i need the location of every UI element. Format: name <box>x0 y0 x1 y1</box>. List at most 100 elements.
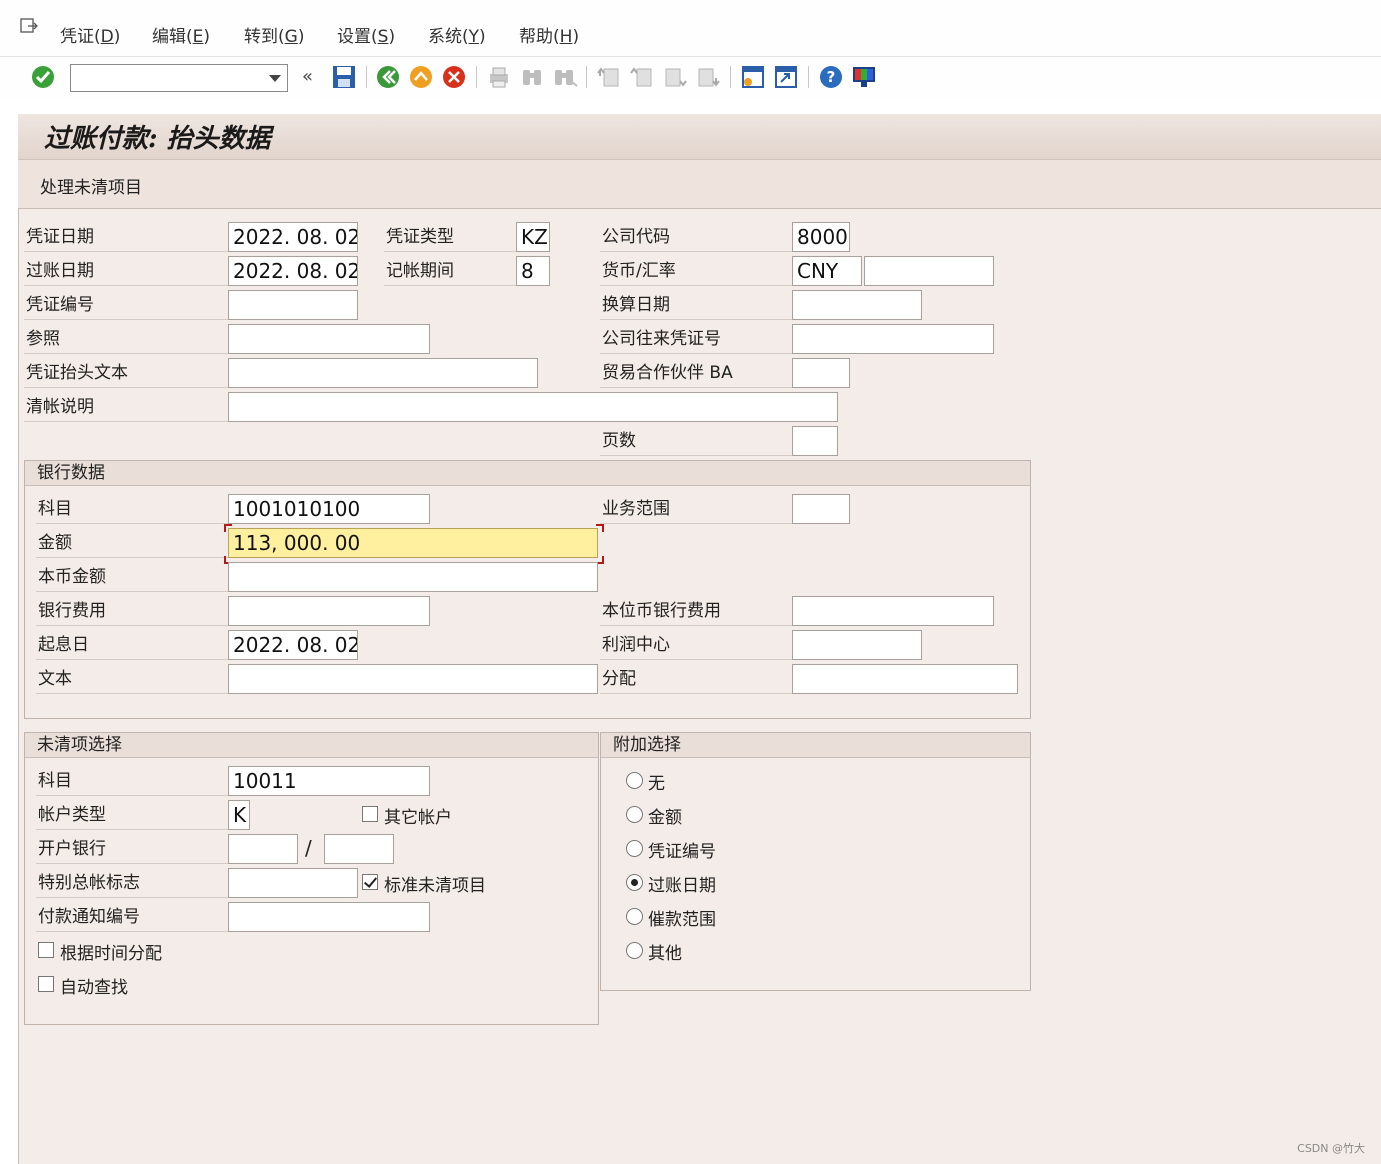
collapse-command-icon[interactable]: « <box>302 66 313 87</box>
account-type-label: 帐户类型 <box>36 800 228 830</box>
period-field[interactable]: 8 <box>516 256 550 286</box>
radio-document-number[interactable] <box>626 840 643 857</box>
bank-data-title: 银行数据 <box>25 461 1030 486</box>
distribute-by-age-label: 根据时间分配 <box>60 944 162 964</box>
account-type-field[interactable]: K <box>228 800 250 830</box>
doc-number-field[interactable] <box>228 290 358 320</box>
radio-none[interactable] <box>626 772 643 789</box>
pages-field[interactable] <box>792 426 838 456</box>
local-amount-label: 本币金额 <box>36 562 228 592</box>
business-area-field[interactable] <box>792 494 850 524</box>
assignment-field[interactable] <box>792 664 1018 694</box>
radio-others[interactable] <box>626 942 643 959</box>
clearing-text-field[interactable] <box>228 392 838 422</box>
menu-system[interactable]: 系统(Y) <box>428 22 486 47</box>
trading-partner-field[interactable] <box>792 358 850 388</box>
translation-date-field[interactable] <box>792 290 922 320</box>
local-bank-charges-label: 本位币银行费用 <box>600 596 792 626</box>
local-bank-charges-field[interactable] <box>792 596 994 626</box>
next-page-icon[interactable] <box>662 64 688 90</box>
special-gl-field[interactable] <box>228 868 358 898</box>
bank-charges-label: 银行费用 <box>36 596 228 626</box>
reference-label: 参照 <box>24 324 228 354</box>
previous-page-icon[interactable] <box>629 64 655 90</box>
reference-field[interactable] <box>228 324 430 354</box>
pages-label: 页数 <box>600 426 792 456</box>
house-bank-label: 开户银行 <box>36 834 228 864</box>
oi-account-field[interactable]: 10011 <box>228 766 430 796</box>
assignment-label: 分配 <box>600 664 792 694</box>
distribute-by-age-checkbox[interactable] <box>38 942 54 958</box>
create-session-icon[interactable] <box>740 64 766 90</box>
find-next-icon[interactable] <box>552 64 578 90</box>
doc-type-field[interactable]: KZ <box>516 222 550 252</box>
dropdown-arrow-icon[interactable] <box>269 75 281 82</box>
posting-date-field[interactable]: 2022. 08. 02 <box>228 256 358 286</box>
payment-advice-field[interactable] <box>228 902 430 932</box>
oi-account-label: 科目 <box>36 766 228 796</box>
find-icon[interactable] <box>519 64 545 90</box>
local-amount-field[interactable] <box>228 562 598 592</box>
process-open-items-button[interactable]: 处理未清项目 <box>40 173 142 198</box>
radio-amount-label: 金额 <box>648 808 682 828</box>
menu-help[interactable]: 帮助(H) <box>519 22 579 47</box>
first-page-icon[interactable] <box>596 64 622 90</box>
standard-open-items-checkbox[interactable] <box>362 874 378 890</box>
company-code-label: 公司代码 <box>600 222 792 252</box>
posting-date-label: 过账日期 <box>24 256 228 286</box>
bank-account-field[interactable]: 1001010100 <box>228 494 430 524</box>
account-id-field[interactable] <box>324 834 394 864</box>
other-accounts-checkbox[interactable] <box>362 806 378 822</box>
menu-edit[interactable]: 编辑(E) <box>152 22 210 47</box>
currency-field[interactable]: CNY <box>792 256 862 286</box>
focus-corner <box>596 524 604 532</box>
menu-exit-icon[interactable] <box>20 18 38 34</box>
print-icon[interactable] <box>486 64 512 90</box>
house-bank-separator: / <box>305 836 312 860</box>
amount-label: 金额 <box>36 528 228 558</box>
radio-amount[interactable] <box>626 806 643 823</box>
special-gl-label: 特别总帐标志 <box>36 868 228 898</box>
last-page-icon[interactable] <box>695 64 721 90</box>
value-date-field[interactable]: 2022. 08. 02 <box>228 630 358 660</box>
cancel-icon[interactable] <box>441 64 467 90</box>
trading-partner-label: 贸易合作伙伴 BA <box>600 358 792 388</box>
menu-document[interactable]: 凭证(D) <box>60 22 120 47</box>
value-date-label: 起息日 <box>36 630 228 660</box>
menu-goto[interactable]: 转到(G) <box>244 22 304 47</box>
page-title: 过账付款: 抬头数据 <box>44 124 271 154</box>
other-accounts-label: 其它帐户 <box>384 808 452 828</box>
doc-type-label: 凭证类型 <box>384 222 516 252</box>
amount-field[interactable]: 113, 000. 00 <box>228 528 598 558</box>
profit-center-label: 利润中心 <box>600 630 792 660</box>
doc-number-label: 凭证编号 <box>24 290 228 320</box>
doc-date-field[interactable]: 2022. 08. 02 <box>228 222 358 252</box>
radio-dunning-area[interactable] <box>626 908 643 925</box>
text-field[interactable] <box>228 664 598 694</box>
text-label: 文本 <box>36 664 228 694</box>
house-bank-field[interactable] <box>228 834 298 864</box>
radio-posting-date[interactable] <box>626 874 643 891</box>
shortcut-icon[interactable] <box>773 64 799 90</box>
layout-menu-icon[interactable] <box>851 64 877 90</box>
profit-center-field[interactable] <box>792 630 922 660</box>
command-field[interactable] <box>70 64 288 92</box>
toolbar-separator <box>366 66 367 88</box>
save-icon[interactable] <box>331 64 357 90</box>
automatic-search-label: 自动查找 <box>60 978 128 998</box>
help-icon[interactable]: ? <box>818 64 844 90</box>
menu-settings[interactable]: 设置(S) <box>337 22 395 47</box>
enter-check-icon[interactable] <box>30 64 56 90</box>
radio-others-label: 其他 <box>648 944 682 964</box>
exit-icon[interactable] <box>408 64 434 90</box>
exchange-rate-field[interactable] <box>864 256 994 286</box>
company-code-field[interactable]: 8000 <box>792 222 850 252</box>
svg-text:?: ? <box>827 68 836 86</box>
watermark: CSDN @竹大 <box>1297 1142 1365 1155</box>
bank-charges-field[interactable] <box>228 596 430 626</box>
automatic-search-checkbox[interactable] <box>38 976 54 992</box>
back-icon[interactable] <box>375 64 401 90</box>
toolbar-separator <box>586 66 587 88</box>
header-text-field[interactable] <box>228 358 538 388</box>
intercompany-field[interactable] <box>792 324 994 354</box>
